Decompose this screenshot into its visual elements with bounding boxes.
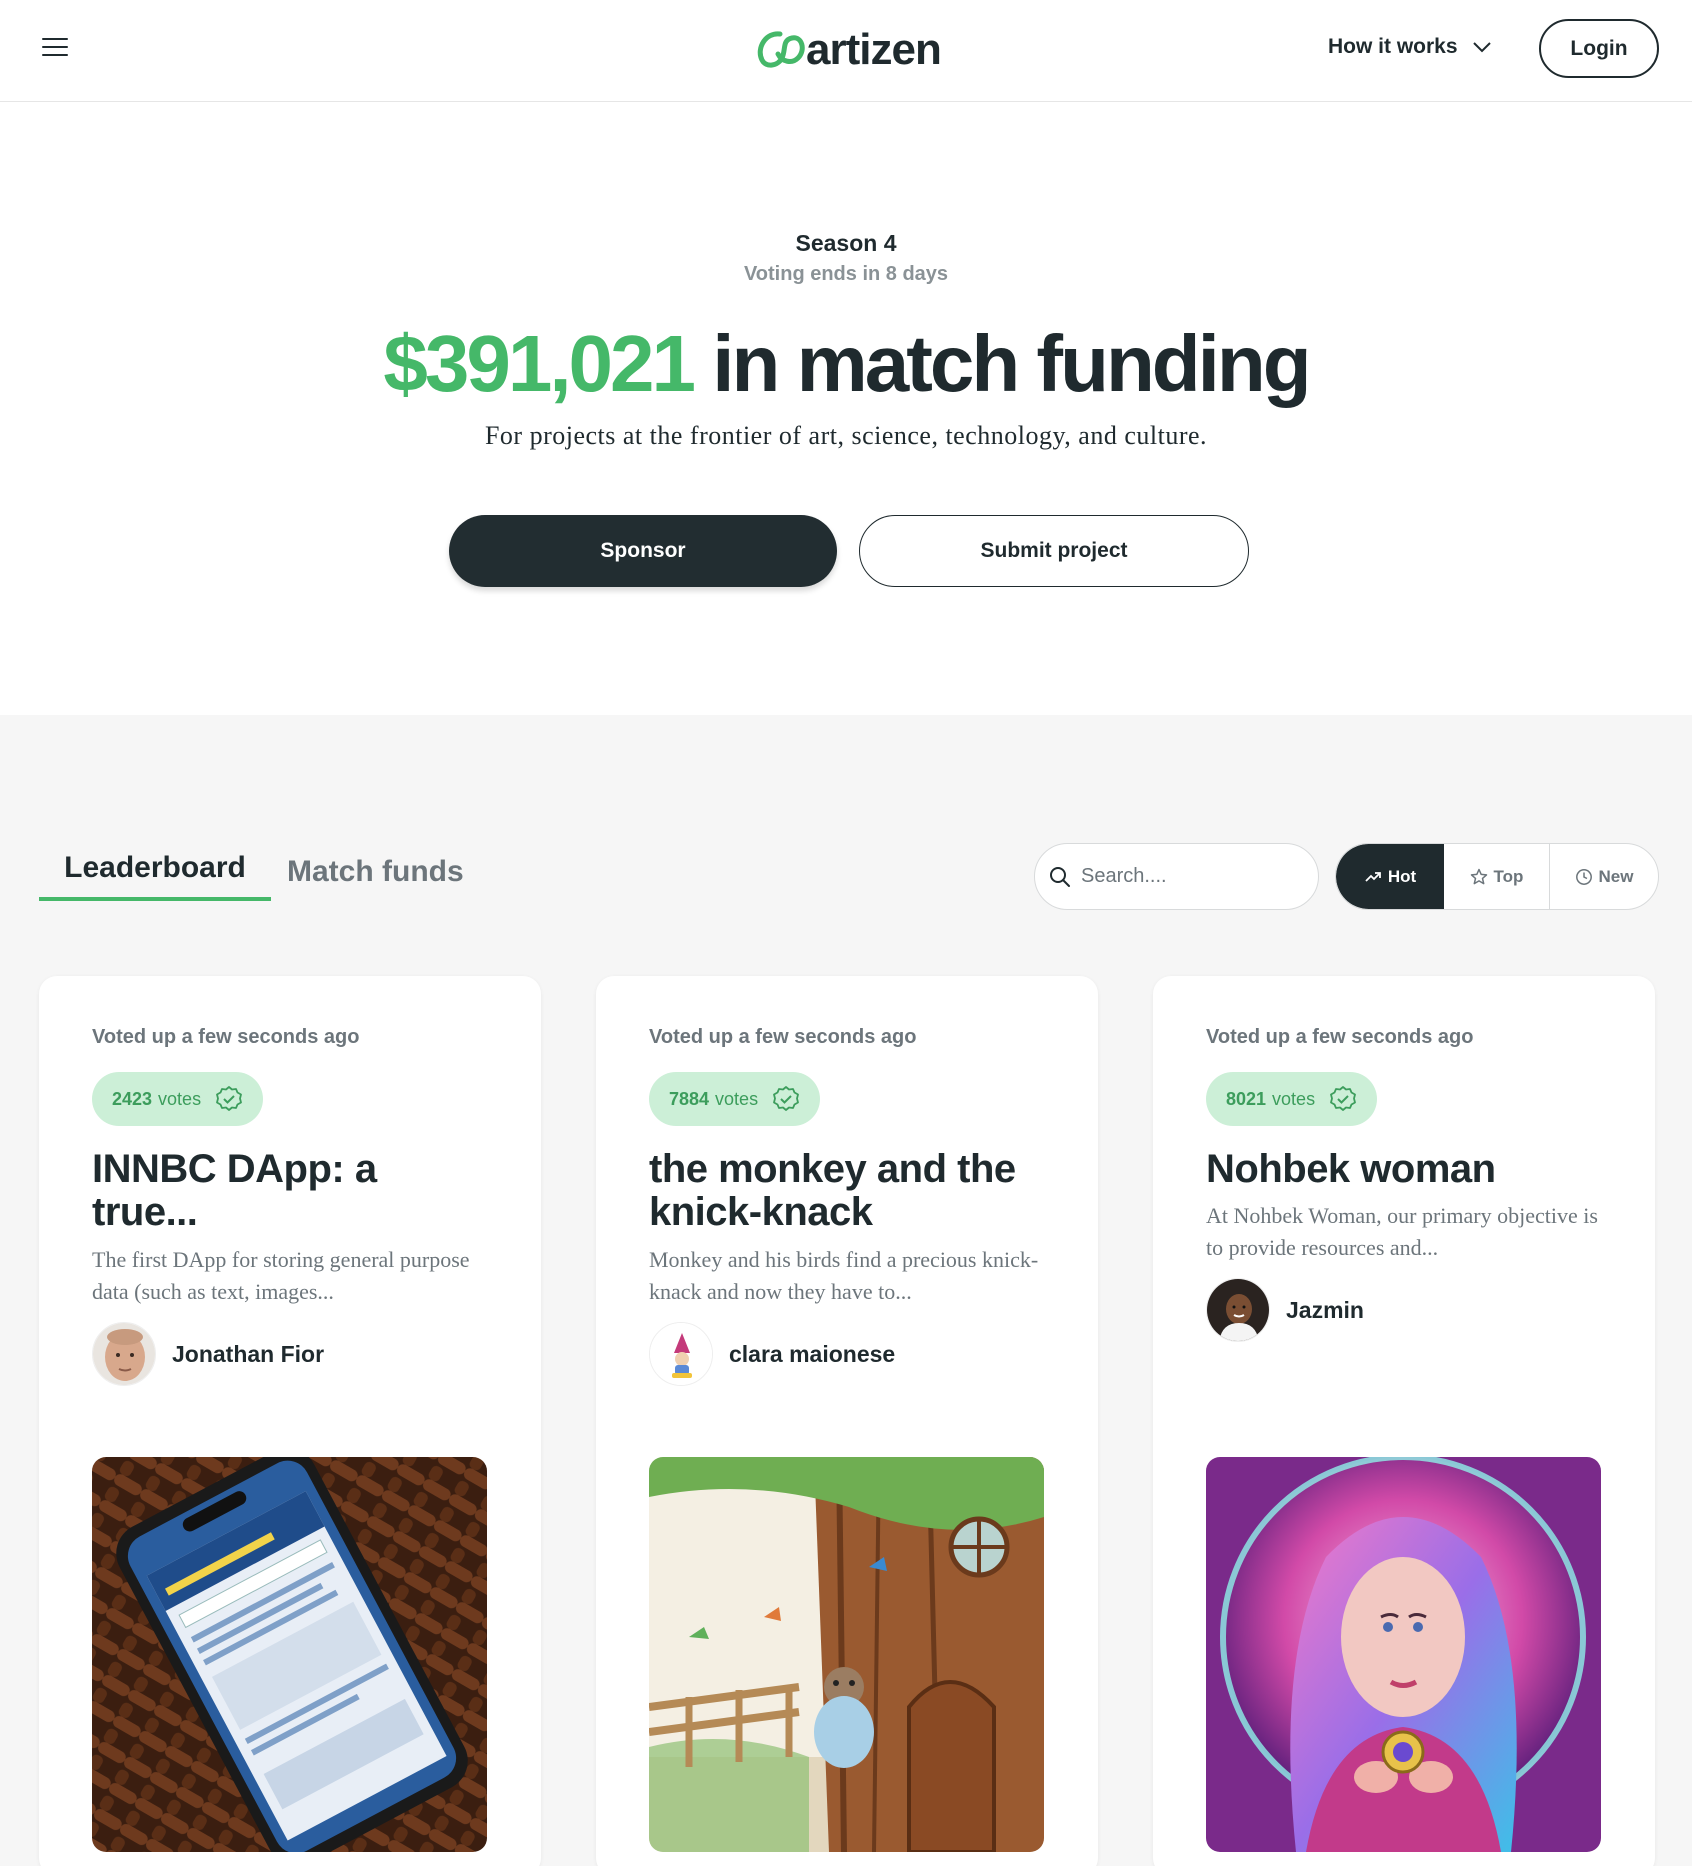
project-card[interactable]: Voted up a few seconds ago 7884 votes th…: [596, 976, 1098, 1866]
headline-suffix: in match funding: [693, 319, 1311, 408]
votes-label: votes: [158, 1088, 202, 1109]
project-image: [92, 1457, 487, 1852]
project-description: The first DApp for storing general purpo…: [92, 1247, 470, 1304]
hamburger-menu-icon[interactable]: [42, 38, 68, 58]
verified-check-icon: [1330, 1086, 1356, 1111]
author-name: clara maionese: [729, 1340, 896, 1367]
project-author[interactable]: Jazmin: [1206, 1278, 1364, 1342]
project-title: Nohbek woman: [1206, 1147, 1496, 1191]
votes-count: 2423: [112, 1088, 153, 1109]
verified-check-icon: [216, 1086, 242, 1111]
tab-match-funds[interactable]: Match funds: [287, 855, 464, 889]
hero-tagline: For projects at the frontier of art, sci…: [484, 421, 1208, 450]
how-it-works-menu[interactable]: How it works: [1328, 32, 1492, 62]
sponsor-button[interactable]: Sponsor: [449, 515, 837, 587]
top-navigation-bar: artizen How it works Login: [0, 0, 1692, 102]
voting-status: Voting ends in 8 days: [743, 263, 949, 285]
project-title: INNBC DApp: a true...: [92, 1147, 377, 1234]
project-image: [1206, 1457, 1601, 1852]
project-description: Monkey and his birds find a precious kni…: [649, 1247, 1039, 1304]
avatar: [1206, 1278, 1270, 1342]
avatar: [92, 1322, 156, 1386]
how-it-works-label: How it works: [1328, 35, 1458, 58]
artizen-logo[interactable]: artizen: [752, 24, 942, 76]
project-description: At Nohbek Woman, our primary objective i…: [1206, 1203, 1598, 1260]
avatar: [649, 1322, 713, 1386]
sort-top-label: Top: [1493, 866, 1524, 886]
logo-wordmark: artizen: [806, 25, 942, 74]
tab-leaderboard[interactable]: Leaderboard: [39, 851, 271, 901]
votes-label: votes: [715, 1088, 759, 1109]
voted-timestamp: Voted up a few seconds ago: [1206, 1026, 1474, 1048]
login-button[interactable]: Login: [1539, 19, 1659, 78]
sort-new-label: New: [1598, 866, 1634, 886]
project-title: the monkey and the knick-knack: [649, 1147, 1016, 1234]
chevron-down-icon: [1472, 42, 1491, 53]
author-name: Jazmin: [1286, 1296, 1364, 1323]
trending-up-icon: [1365, 871, 1381, 882]
clock-icon: [1575, 868, 1592, 885]
leaderboard-section: Leaderboard Match funds Hot Top: [0, 715, 1692, 1866]
project-card[interactable]: Voted up a few seconds ago 8021 votes No…: [1153, 976, 1655, 1866]
sort-hot-label: Hot: [1387, 866, 1417, 886]
project-card[interactable]: Voted up a few seconds ago 2423 votes IN…: [39, 976, 541, 1866]
hero-section: Season 4 Voting ends in 8 days $391,021 …: [0, 103, 1692, 715]
season-title: Season 4: [795, 230, 897, 256]
sort-toggle-group: Hot Top New: [1335, 843, 1659, 910]
votes-count: 8021: [1226, 1088, 1267, 1109]
search-input[interactable]: [1081, 865, 1301, 888]
voted-timestamp: Voted up a few seconds ago: [649, 1026, 917, 1048]
sort-new-button[interactable]: New: [1550, 844, 1658, 909]
search-icon: [1050, 866, 1070, 887]
vote-button[interactable]: 7884 votes: [649, 1072, 821, 1126]
project-author[interactable]: clara maionese: [649, 1322, 895, 1386]
sort-hot-button[interactable]: Hot: [1336, 844, 1444, 909]
voted-timestamp: Voted up a few seconds ago: [92, 1026, 360, 1048]
submit-project-button[interactable]: Submit project: [859, 515, 1249, 587]
star-icon: [1470, 868, 1487, 884]
author-name: Jonathan Fior: [172, 1340, 325, 1367]
match-funding-amount: $391,021: [383, 319, 696, 408]
project-image: [649, 1457, 1044, 1852]
verified-check-icon: [773, 1086, 799, 1111]
artizen-logo-mark: [757, 31, 805, 68]
sort-top-button[interactable]: Top: [1444, 844, 1550, 909]
match-funding-headline: $391,021 in match funding: [0, 318, 1692, 410]
search-box: [1034, 843, 1319, 910]
vote-button[interactable]: 8021 votes: [1206, 1072, 1378, 1126]
votes-label: votes: [1272, 1088, 1316, 1109]
vote-button[interactable]: 2423 votes: [92, 1072, 264, 1126]
votes-count: 7884: [669, 1088, 710, 1109]
project-author[interactable]: Jonathan Fior: [92, 1322, 324, 1386]
